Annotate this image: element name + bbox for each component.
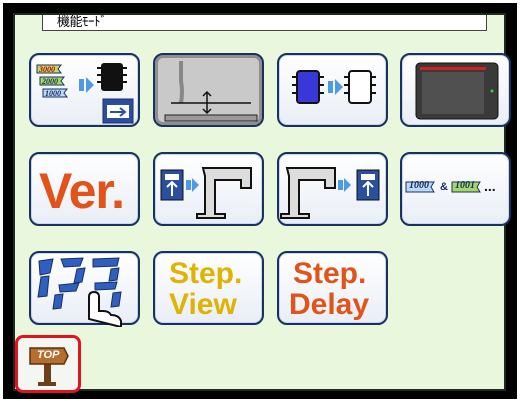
needle-height-button[interactable] <box>153 53 264 127</box>
machine-to-usb-button[interactable] <box>277 152 388 226</box>
machine-to-usb-icon <box>280 167 380 219</box>
step-delay-line2: Delay <box>289 288 370 321</box>
monitor-icon <box>415 62 499 120</box>
needle-height-icon <box>164 61 258 122</box>
pattern-copy-button[interactable]: 1000 & 1001 ... <box>400 152 511 226</box>
page-title: 機能ﾓｰﾄﾞ <box>57 15 107 30</box>
pattern-1001-label: 1001 <box>455 180 475 191</box>
step-view-button[interactable]: Step. View <box>153 251 264 325</box>
step-view-line1: Step. <box>169 257 243 290</box>
program-to-usb-icon: 3000 2000 1000 <box>36 63 134 124</box>
counter-hand-icon <box>37 257 122 327</box>
chip-copy-icon <box>292 70 376 104</box>
step-delay-line1: Step. <box>293 257 367 290</box>
program-number-2000: 2000 <box>41 77 58 86</box>
version-button[interactable]: Ver. <box>29 152 140 226</box>
pattern-1000-label: 1000 <box>409 180 429 191</box>
step-delay-button[interactable]: Step. Delay <box>277 251 388 325</box>
counter-setting-button[interactable] <box>29 251 140 327</box>
panel-display-button[interactable] <box>400 53 511 127</box>
chip-to-chip-button[interactable] <box>277 53 388 127</box>
program-number-3000: 3000 <box>38 65 55 74</box>
signpost-icon <box>29 347 69 386</box>
more-label: ... <box>484 178 496 194</box>
ampersand-label: & <box>440 181 448 193</box>
top-label: TOP <box>37 349 60 361</box>
top-button[interactable]: TOP <box>15 335 81 393</box>
usb-to-machine-button[interactable] <box>153 152 264 226</box>
usb-to-machine-icon <box>160 167 252 219</box>
program-to-usb-button[interactable]: 3000 2000 1000 <box>29 53 140 127</box>
pattern-copy-icon <box>405 181 481 193</box>
title-bar: 機能ﾓｰﾄﾞ <box>42 15 487 31</box>
version-label: Ver. <box>39 163 125 219</box>
step-view-line2: View <box>169 288 237 321</box>
program-number-1000: 1000 <box>45 89 61 98</box>
